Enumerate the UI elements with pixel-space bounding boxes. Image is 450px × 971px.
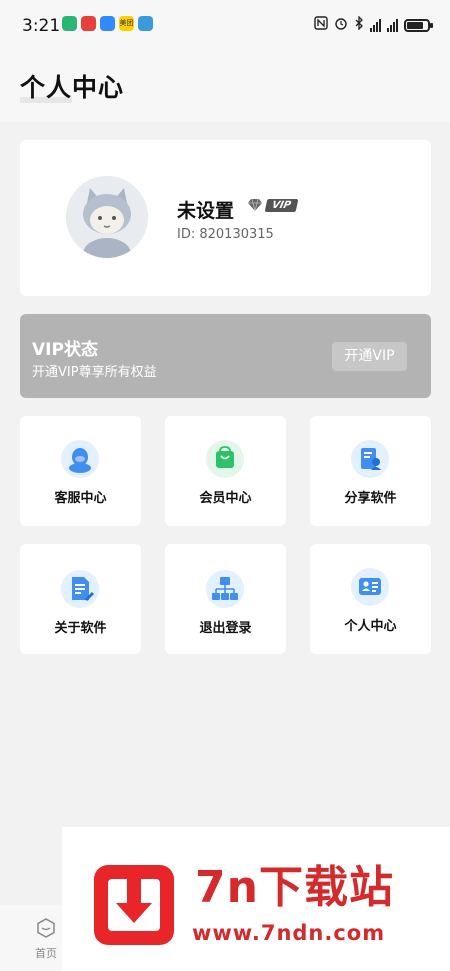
- tab-home-label: 首页: [35, 947, 57, 960]
- vip-badge-label: VIP: [264, 198, 299, 212]
- battery-icon: [404, 18, 433, 32]
- grid-item-logout[interactable]: 退出登录: [165, 544, 286, 654]
- page-header: 个人中心: [0, 52, 450, 122]
- username: 未设置: [177, 200, 235, 222]
- logout-network-icon: [206, 570, 244, 608]
- status-app-icons: 美团: [62, 16, 153, 31]
- signal-icon-1: [370, 18, 381, 32]
- nfc-icon: [314, 16, 328, 34]
- open-vip-button[interactable]: 开通VIP: [332, 342, 407, 371]
- grid-item-label: 个人中心: [344, 619, 397, 634]
- avatar-cat-icon: [66, 176, 148, 258]
- download-app-icon: [62, 16, 77, 31]
- vip-status-title: VIP状态: [32, 340, 98, 360]
- id-card-icon: [351, 568, 389, 606]
- status-indicators: [314, 15, 433, 34]
- grid-item-label: 关于软件: [54, 621, 107, 636]
- vip-status-banner[interactable]: VIP状态 开通VIP尊享所有权益 开通VIP: [20, 314, 431, 398]
- meituan-app-icon: 美团: [119, 16, 134, 31]
- cloud-app-icon: [100, 16, 115, 31]
- grid-item-personal-center[interactable]: 个人中心: [310, 544, 431, 654]
- share-doc-icon: [351, 440, 389, 478]
- tab-home[interactable]: 首页: [30, 917, 62, 961]
- status-time: 3:21: [22, 16, 61, 36]
- user-id: ID: 820130315: [177, 227, 274, 242]
- watermark-overlay: 7n下载站 www.7ndn.com: [62, 827, 450, 971]
- home-hexagon-icon: [37, 918, 55, 938]
- grid-item-customer-service[interactable]: 客服中心: [20, 416, 141, 526]
- page-title: 个人中心: [20, 73, 125, 102]
- member-bag-icon: [206, 440, 244, 478]
- grid-item-label: 客服中心: [54, 491, 107, 506]
- about-doc-icon: [61, 570, 99, 608]
- grid-item-label: 会员中心: [199, 491, 252, 506]
- vip-badge: VIP: [246, 198, 299, 212]
- watermark-download-logo-icon: [94, 865, 174, 945]
- diamond-icon: [248, 198, 262, 212]
- grid-item-member-center[interactable]: 会员中心: [165, 416, 286, 526]
- camera-app-icon: [138, 16, 153, 31]
- signal-icon-2: [387, 18, 398, 32]
- watermark-url: www.7ndn.com: [192, 921, 386, 945]
- alarm-icon: [334, 16, 348, 34]
- grid-item-share-software[interactable]: 分享软件: [310, 416, 431, 526]
- status-bar: 3:21 美团: [0, 0, 450, 52]
- customer-service-icon: [61, 440, 99, 478]
- bluetooth-icon: [354, 15, 364, 34]
- profile-card[interactable]: 未设置 VIP ID: 820130315: [20, 140, 431, 296]
- grid-item-label: 退出登录: [199, 621, 252, 636]
- watermark-title: 7n下载站: [195, 862, 394, 913]
- grid-item-label: 分享软件: [344, 491, 397, 506]
- red-app-icon: [81, 16, 96, 31]
- grid-item-about-software[interactable]: 关于软件: [20, 544, 141, 654]
- vip-status-subtitle: 开通VIP尊享所有权益: [32, 365, 157, 380]
- avatar[interactable]: [66, 176, 148, 258]
